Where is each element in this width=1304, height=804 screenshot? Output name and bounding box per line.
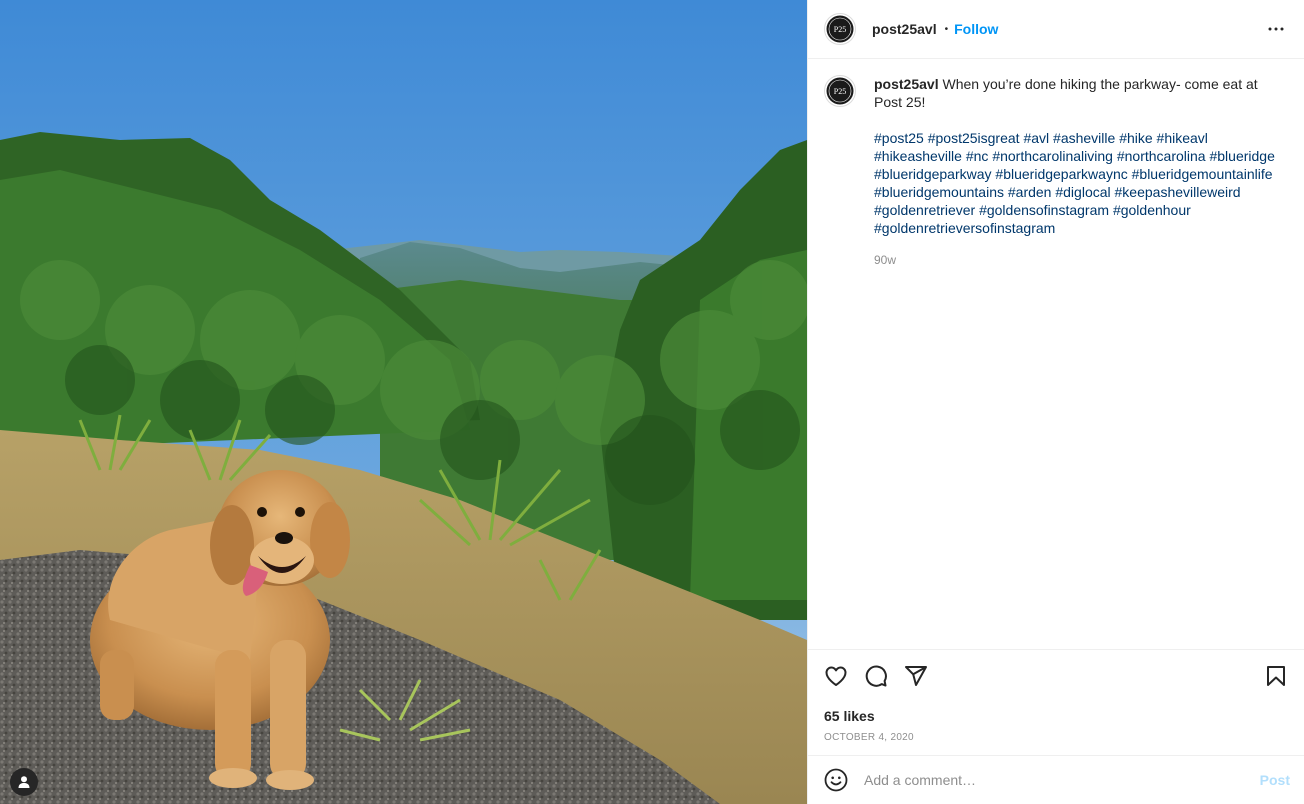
bookmark-icon [1267,666,1285,686]
photo-golden-retriever-mountain-view [0,0,807,804]
more-options-icon [1268,27,1284,31]
hashtag-link[interactable]: #blueridgeparkway [874,166,992,182]
username[interactable]: post25avl [872,21,937,37]
heart-icon [825,666,847,686]
hashtag-link[interactable]: #blueridgeparkwaync [995,166,1127,182]
comment-button[interactable] [864,664,888,688]
like-button[interactable] [824,664,848,688]
hashtag-link[interactable]: #blueridgemountains [874,184,1004,200]
comments-section: P25 post25avl When you’re done hiking th… [808,59,1304,649]
emoji-icon [824,768,848,792]
share-icon [905,666,927,686]
hashtag-link[interactable]: #northcarolinaliving [992,148,1113,164]
user-tag-button[interactable] [10,768,38,796]
post25-logo-icon: P25 [826,15,854,43]
share-button[interactable] [904,664,928,688]
hashtag-link[interactable]: #nc [966,148,989,164]
post-details-panel: P25 post25avl • Follow P25 post25avl Whe… [807,0,1304,804]
avatar[interactable]: P25 [824,13,856,45]
post-comment-button[interactable]: Post [1260,772,1290,788]
hashtag-link[interactable]: #goldenretriever [874,202,975,218]
svg-text:P25: P25 [834,25,846,34]
post-header: P25 post25avl • Follow [808,0,1304,59]
emoji-button[interactable] [824,768,848,792]
svg-text:P25: P25 [834,87,846,96]
save-button[interactable] [1264,664,1288,688]
more-options-button[interactable] [1264,17,1288,41]
hashtag-link[interactable]: #northcarolina [1117,148,1206,164]
action-icons [824,650,1288,702]
post-age[interactable]: 90w [874,251,1279,269]
post25-logo-icon: P25 [826,77,854,105]
hashtag-link[interactable]: #goldensofinstagram [979,202,1109,218]
caption-avatar[interactable]: P25 [824,75,856,107]
hashtag-link[interactable]: #blueridgemountainlife [1132,166,1273,182]
hashtag-link[interactable]: #goldenhour [1113,202,1191,218]
hashtag-link[interactable]: #blueridge [1209,148,1274,164]
caption: P25 post25avl When you’re done hiking th… [824,75,1288,269]
hashtag-link[interactable]: #post25isgreat [928,130,1020,146]
user-tag-icon [18,776,30,788]
hashtag-link[interactable]: #hikeasheville [874,148,962,164]
hashtag-link[interactable]: #hikeavl [1157,130,1208,146]
hashtag-link[interactable]: #arden [1008,184,1052,200]
follow-button[interactable]: Follow [954,21,998,37]
likes-count[interactable]: 65 likes [824,708,1288,724]
add-comment-bar: Post [808,755,1304,804]
hashtag-link[interactable]: #keepashevilleweird [1115,184,1241,200]
hashtag-link[interactable]: #avl [1023,130,1049,146]
post-date[interactable]: OCTOBER 4, 2020 [824,732,1288,743]
action-bar: 65 likes OCTOBER 4, 2020 [808,649,1304,755]
caption-username[interactable]: post25avl [874,76,939,92]
hashtag-link[interactable]: #diglocal [1055,184,1110,200]
hashtags: #post25 #post25isgreat #avl #asheville #… [874,129,1279,237]
post-photo[interactable] [0,0,807,804]
instagram-post: P25 post25avl • Follow P25 post25avl Whe… [0,0,1304,804]
hashtag-link[interactable]: #hike [1119,130,1152,146]
comment-input[interactable] [864,772,1260,788]
caption-body: post25avl When you’re done hiking the pa… [874,75,1279,269]
comment-icon [865,665,887,687]
hashtag-link[interactable]: #asheville [1053,130,1115,146]
separator-dot: • [944,23,949,35]
hashtag-link[interactable]: #post25 [874,130,924,146]
hashtag-link[interactable]: #goldenretrieversofinstagram [874,220,1055,236]
